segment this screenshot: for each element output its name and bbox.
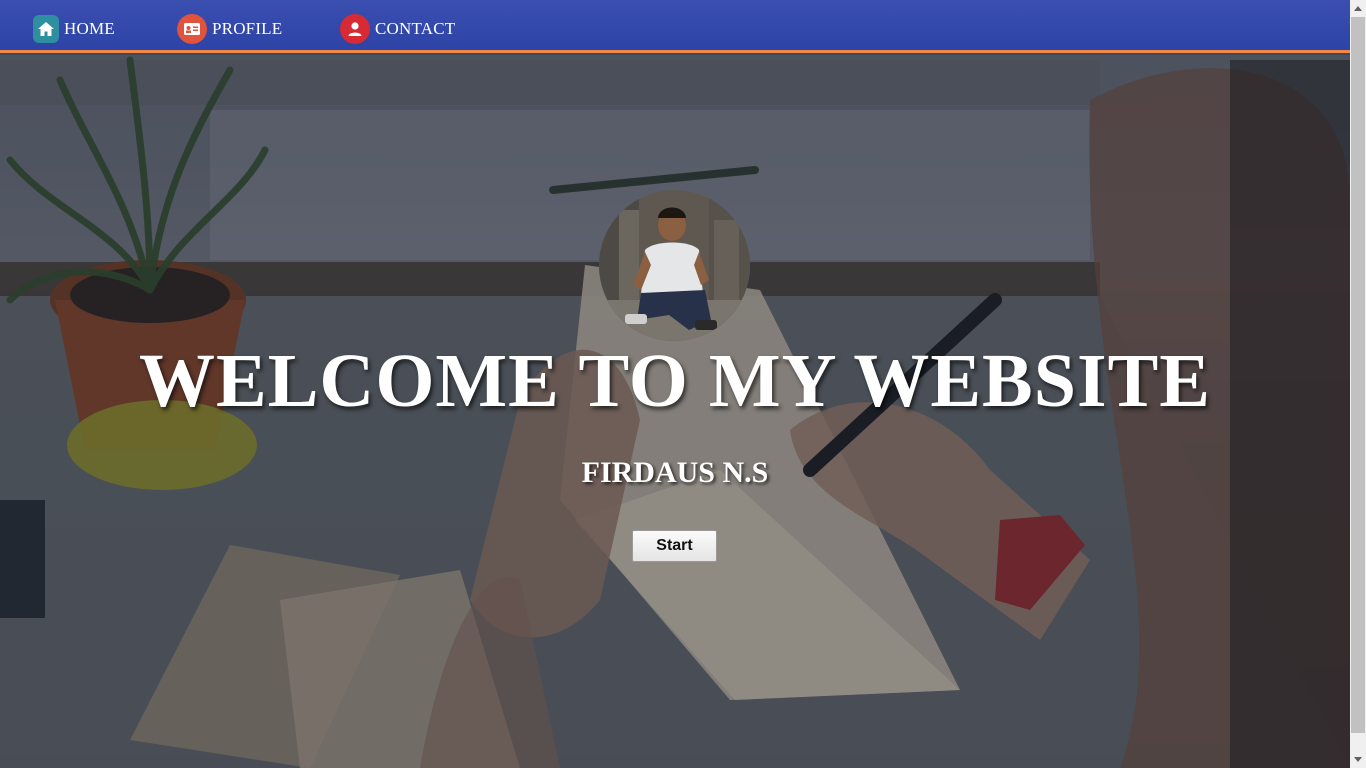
page: HOME PROFILE CONTACT WELCOME TO MY WEBSI… — [0, 0, 1366, 768]
nav-profile-label: PROFILE — [212, 19, 283, 38]
scrollbar-thumb[interactable] — [1351, 17, 1365, 733]
id-card-icon — [177, 14, 207, 44]
scroll-up-arrow-icon[interactable] — [1350, 0, 1366, 17]
user-icon — [340, 14, 370, 44]
nav-home-label: HOME — [64, 19, 115, 38]
nav-item-home[interactable]: HOME — [33, 14, 115, 44]
nav-item-contact[interactable]: CONTACT — [340, 14, 455, 44]
top-navbar: HOME PROFILE CONTACT — [0, 0, 1350, 53]
home-icon — [33, 15, 59, 43]
nav-contact-label: CONTACT — [375, 19, 456, 38]
nav-item-profile[interactable]: PROFILE — [177, 14, 282, 44]
welcome-heading: WELCOME TO MY WEBSITE — [139, 339, 1211, 423]
profile-avatar — [599, 190, 750, 341]
start-button[interactable]: Start — [632, 530, 717, 562]
owner-name: FIRDAUS N.S — [581, 456, 769, 489]
scroll-down-arrow-icon[interactable] — [1350, 751, 1366, 768]
vertical-scrollbar[interactable] — [1350, 0, 1366, 768]
